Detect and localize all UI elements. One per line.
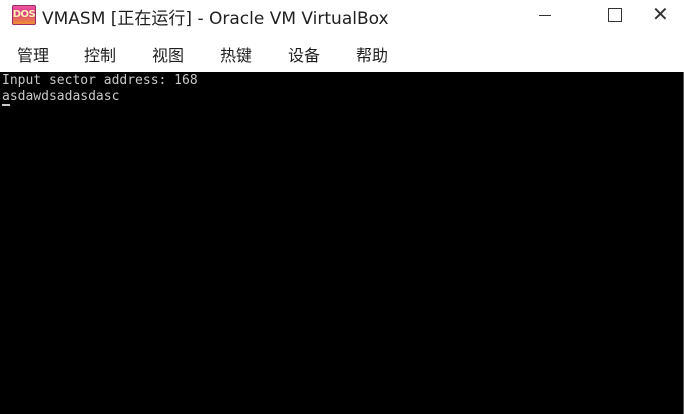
minimize-button[interactable]	[522, 0, 568, 31]
minimize-icon	[539, 15, 551, 16]
menu-item-hotkeys[interactable]: 热键	[220, 42, 252, 66]
virtualbox-window: DOS VMASM [正在运行] - Oracle VM VirtualBox …	[0, 0, 684, 414]
vm-console-screen[interactable]: Input sector address: 168 asdawdsadasdas…	[0, 72, 684, 414]
window-title: VMASM [正在运行] - Oracle VM VirtualBox	[42, 9, 389, 29]
menu-item-control[interactable]: 控制	[84, 42, 116, 66]
menu-item-devices[interactable]: 设备	[288, 42, 320, 66]
console-line: asdawdsadasdasc	[2, 89, 120, 104]
close-icon: ✕	[652, 2, 669, 26]
maximize-button[interactable]	[592, 0, 638, 31]
text-cursor	[2, 104, 10, 106]
menu-item-view[interactable]: 视图	[152, 42, 184, 66]
maximize-icon	[608, 8, 622, 22]
console-line: Input sector address: 168	[2, 73, 198, 88]
menu-bar: 管理 控制 视图 热键 设备 帮助	[0, 38, 684, 70]
close-button[interactable]: ✕	[638, 0, 684, 31]
menu-item-help[interactable]: 帮助	[356, 42, 388, 66]
dos-app-icon[interactable]: DOS	[12, 5, 36, 25]
menu-item-manage[interactable]: 管理	[17, 42, 49, 66]
title-bar[interactable]: DOS VMASM [正在运行] - Oracle VM VirtualBox …	[0, 0, 684, 31]
